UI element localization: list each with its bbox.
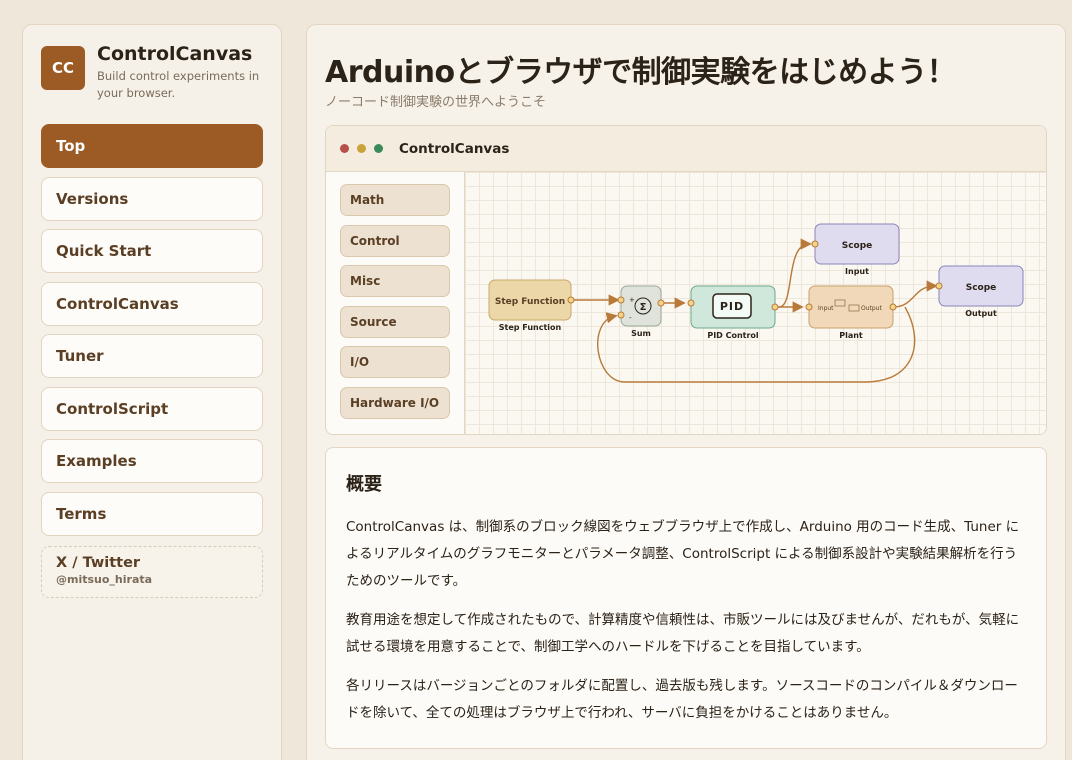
block-plant[interactable]: Input Output Plant (805, 285, 897, 340)
sidebar-nav: Top Versions Quick Start ControlCanvas T… (41, 124, 263, 536)
brand-logo[interactable]: CC (41, 46, 85, 90)
plant-caption: Plant (839, 331, 863, 340)
scope-output-caption: Output (965, 309, 997, 318)
block-diagram-canvas[interactable]: Step Function Step Function Σ + - Sum PI… (464, 172, 1046, 434)
nav-item-tuner[interactable]: Tuner (41, 334, 263, 378)
brand-title[interactable]: ControlCanvas (97, 43, 267, 65)
nav-item-controlcanvas[interactable]: ControlCanvas (41, 281, 263, 326)
page-subtitle: ノーコード制御実験の世界へようこそ (325, 95, 547, 110)
nav-item-quick-start[interactable]: Quick Start (41, 229, 263, 273)
app-preview-window: ControlCanvas Math Control Misc Source I… (325, 125, 1047, 435)
block-palette: Math Control Misc Source I/O Hardware I/… (340, 184, 450, 427)
block-sum[interactable]: Σ + - Sum (617, 285, 665, 338)
overview-paragraph: 教育用途を想定して作成されたもので、計算精度や信頼性は、市販ツールには及びません… (346, 612, 1020, 655)
wire-plant-to-scope-output (892, 280, 938, 308)
block-step-function[interactable]: Step Function Step Function (488, 279, 575, 332)
block-diagram: Step Function Step Function Σ + - Sum PI… (488, 223, 1024, 383)
block-scope-output[interactable]: Scope Output (935, 265, 1024, 318)
brand: CC ControlCanvas Build control experimen… (41, 43, 263, 102)
nav-item-versions[interactable]: Versions (41, 176, 263, 221)
social-handle: @mitsuo_hirata (56, 572, 153, 586)
scope-output-label: Scope (966, 283, 997, 293)
brand-text: ControlCanvas Build control experiments … (97, 43, 267, 102)
pid-block-label: PID (720, 300, 744, 313)
sum-plus-sign: + (629, 296, 635, 304)
page-title: Arduinoとブラウザで制御実験をはじめよう！ (325, 55, 957, 90)
plant-input-label: Input (818, 305, 834, 312)
block-pid-control[interactable]: PID PID Control (687, 285, 779, 340)
block-scope-input[interactable]: Scope Input (811, 223, 900, 276)
app-titlebar: ControlCanvas (326, 126, 1046, 172)
window-dot-green-icon (374, 144, 383, 153)
app-title: ControlCanvas (399, 140, 510, 157)
scope-input-label: Scope (842, 241, 873, 251)
overview-paragraph: ControlCanvas は、制御系のブロック線図をウェブブラウザ上で作成し、… (346, 519, 1020, 589)
overview-section: 概要 ControlCanvas は、制御系のブロック線図をウェブブラウザ上で作… (325, 447, 1047, 749)
palette-item-io[interactable]: I/O (340, 346, 450, 378)
nav-item-examples[interactable]: Examples (41, 439, 263, 483)
pid-caption: PID Control (707, 331, 759, 340)
window-dot-yellow-icon (357, 144, 366, 153)
sum-caption: Sum (631, 329, 651, 338)
social-link-twitter[interactable]: X / Twitter @mitsuo_hirata (41, 545, 263, 598)
step-block-label: Step Function (495, 297, 565, 307)
overview-heading: 概要 (346, 474, 382, 495)
window-dot-red-icon (340, 144, 349, 153)
brand-subtitle: Build control experiments in your browse… (97, 69, 260, 100)
palette-item-control[interactable]: Control (340, 224, 450, 257)
social-title: X / Twitter (56, 554, 141, 571)
step-caption: Step Function (499, 323, 562, 332)
nav-item-terms[interactable]: Terms (41, 491, 263, 536)
plant-output-label: Output (861, 305, 882, 312)
main-content: Arduinoとブラウザで制御実験をはじめよう！ ノーコード制御実験の世界へよう… (306, 24, 1066, 760)
wire-to-scope-input (778, 238, 812, 308)
palette-item-math[interactable]: Math (340, 184, 450, 216)
palette-item-misc[interactable]: Misc (340, 265, 450, 297)
nav-item-top[interactable]: Top (41, 124, 263, 168)
palette-item-hardware-io[interactable]: Hardware I/O (340, 386, 450, 419)
nav-item-controlscript[interactable]: ControlScript (41, 386, 263, 431)
overview-paragraph: 各リリースはバージョンごとのフォルダに配置し、過去版も残します。ソースコードのコ… (346, 678, 1018, 721)
sum-symbol: Σ (640, 302, 647, 313)
sidebar: CC ControlCanvas Build control experimen… (22, 24, 282, 760)
scope-input-caption: Input (845, 267, 869, 276)
palette-item-source[interactable]: Source (340, 305, 450, 338)
